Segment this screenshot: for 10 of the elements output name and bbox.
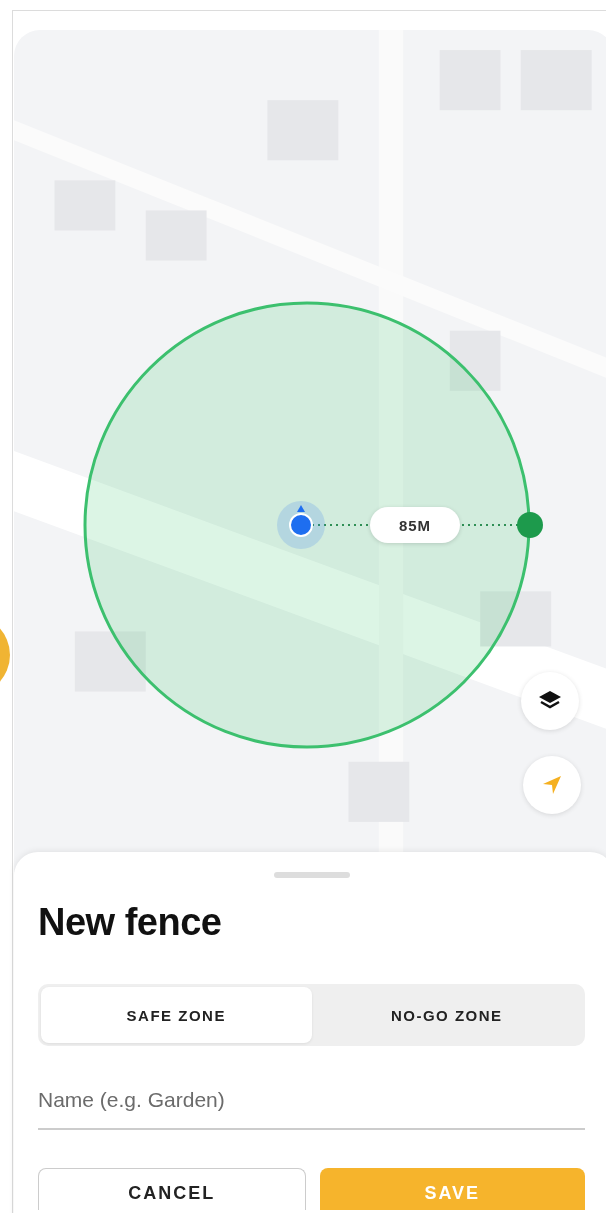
cancel-button[interactable]: CANCEL bbox=[38, 1168, 306, 1210]
name-field[interactable]: Name (e.g. Garden) bbox=[38, 1080, 585, 1130]
zone-tab[interactable]: NO-GO ZONE bbox=[311, 987, 582, 1043]
location-dot bbox=[277, 501, 325, 549]
radius-label: 85M bbox=[370, 507, 460, 543]
drag-handle[interactable] bbox=[274, 872, 350, 878]
navigation-arrow-icon bbox=[541, 774, 563, 796]
zone-tab[interactable]: SAFE ZONE bbox=[41, 987, 312, 1043]
radius-handle[interactable] bbox=[517, 512, 543, 538]
sheet-title: New fence bbox=[38, 900, 223, 944]
